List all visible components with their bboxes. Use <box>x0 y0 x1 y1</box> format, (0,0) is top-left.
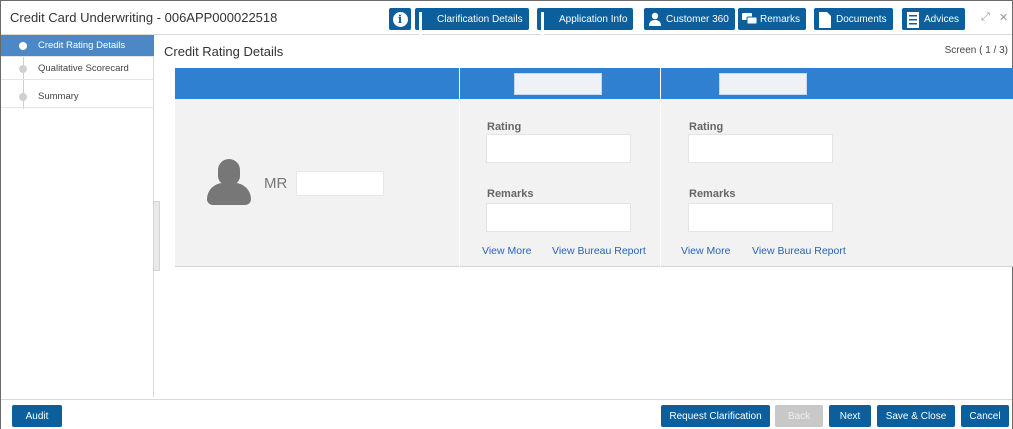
rating-input[interactable] <box>486 134 631 163</box>
customer-360-button[interactable]: Customer 360 <box>644 8 735 30</box>
screen-counter: Screen ( 1 / 3) <box>944 45 1008 56</box>
document-icon <box>818 12 832 28</box>
step-dot-icon <box>19 42 27 50</box>
info-button[interactable]: i <box>389 8 411 30</box>
audit-button[interactable]: Audit <box>12 405 62 427</box>
app-title: Credit Card Underwriting - 006APP0000225… <box>10 10 278 25</box>
column-divider <box>660 68 661 267</box>
step-dot-icon <box>19 65 27 73</box>
remarks-input[interactable] <box>486 203 631 232</box>
footer-bar: Audit Request Clarification Back Next Sa… <box>1 399 1012 429</box>
view-more-link[interactable]: View More <box>482 245 531 257</box>
application-info-label: Application Info <box>559 13 628 25</box>
application-info-button[interactable]: Application Info <box>537 8 634 51</box>
bureau-header-field-1[interactable] <box>514 73 602 95</box>
header-bar: Credit Card Underwriting - 006APP0000225… <box>1 1 1012 51</box>
rating-input[interactable] <box>688 134 833 163</box>
library-icon <box>416 12 433 51</box>
credit-rating-panel: MR Rating Remarks View More View Bureau … <box>175 68 1013 267</box>
customer-360-label: Customer 360 <box>666 13 729 25</box>
view-more-link[interactable]: View More <box>681 245 730 257</box>
close-icon[interactable]: ✕ <box>999 11 1008 24</box>
library-icon <box>538 12 555 51</box>
sidebar-item-credit-rating-details[interactable]: Credit Rating Details <box>1 35 154 57</box>
bureau-header-field-2[interactable] <box>719 73 807 95</box>
salutation: MR <box>264 175 288 192</box>
remarks-label: Remarks <box>487 188 534 200</box>
sidebar-item-summary[interactable]: Summary <box>1 86 154 108</box>
remarks-input[interactable] <box>688 203 833 232</box>
advice-icon <box>906 12 920 28</box>
advices-button[interactable]: Advices <box>902 8 966 30</box>
applicant-name-field[interactable] <box>296 171 384 196</box>
clarification-details-button[interactable]: Clarification Details <box>415 8 529 51</box>
sidebar: Credit Rating Details Qualitative Scorec… <box>1 35 154 397</box>
view-bureau-report-link[interactable]: View Bureau Report <box>752 245 846 257</box>
underwriting-window: Credit Card Underwriting - 006APP0000225… <box>0 0 1013 429</box>
rating-label: Rating <box>487 121 522 133</box>
rating-label: Rating <box>689 121 724 133</box>
customer-icon <box>648 12 662 26</box>
documents-label: Documents <box>836 13 887 25</box>
remarks-button[interactable]: Remarks <box>738 8 807 30</box>
clarification-details-label: Clarification Details <box>437 13 523 25</box>
sidebar-resize-handle[interactable] <box>153 201 160 271</box>
avatar <box>207 159 251 205</box>
column-divider <box>459 68 460 267</box>
advices-label: Advices <box>924 13 960 25</box>
sidebar-item-label: Summary <box>38 91 79 102</box>
sidebar-item-label: Qualitative Scorecard <box>38 63 129 74</box>
chat-icon <box>742 12 758 26</box>
cancel-button[interactable]: Cancel <box>961 405 1009 427</box>
save-close-button[interactable]: Save & Close <box>877 405 955 427</box>
next-button[interactable]: Next <box>829 405 871 427</box>
info-icon: i <box>392 11 408 27</box>
view-bureau-report-link[interactable]: View Bureau Report <box>552 245 646 257</box>
request-clarification-button[interactable]: Request Clarification <box>661 405 770 427</box>
page-title: Credit Rating Details <box>164 44 284 59</box>
step-dot-icon <box>19 93 27 101</box>
remarks-label: Remarks <box>689 188 736 200</box>
expand-icon[interactable]: ⤢ <box>981 11 990 24</box>
back-button[interactable]: Back <box>775 405 823 427</box>
sidebar-item-qualitative-scorecard[interactable]: Qualitative Scorecard <box>1 58 154 80</box>
sidebar-item-label: Credit Rating Details <box>38 40 126 51</box>
remarks-label: Remarks <box>760 13 801 25</box>
documents-button[interactable]: Documents <box>814 8 893 30</box>
